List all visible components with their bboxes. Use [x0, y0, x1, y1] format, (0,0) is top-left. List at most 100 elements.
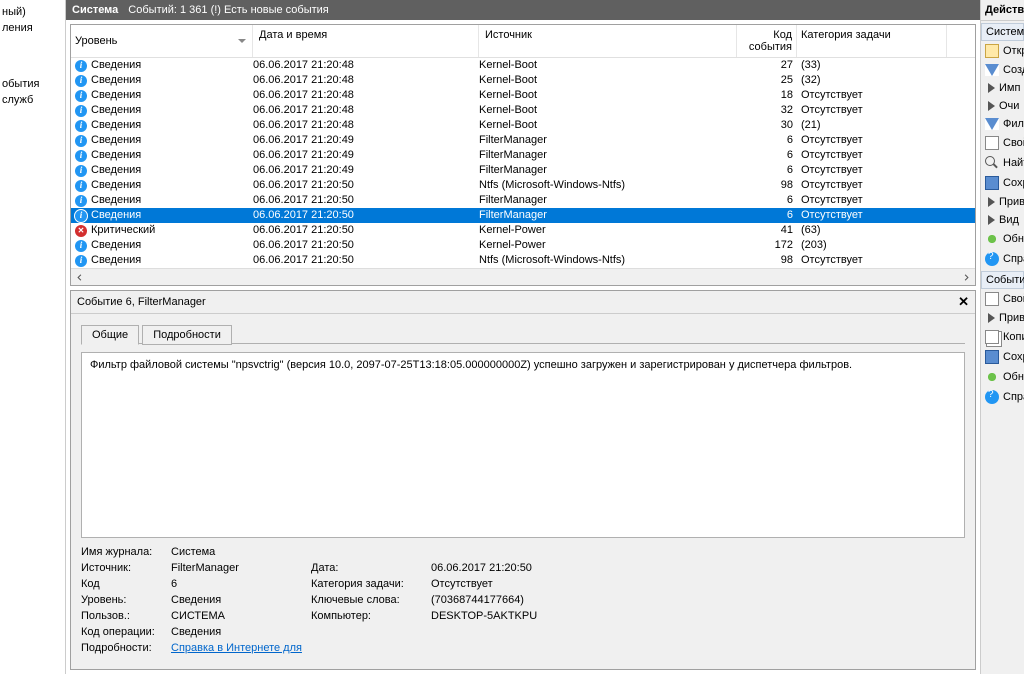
event-details-pane: Событие 6, FilterManager ✕ Общие Подробн… [70, 290, 976, 670]
cell-code: 98 [737, 253, 797, 268]
cell-source: Ntfs (Microsoft-Windows-Ntfs) [479, 253, 737, 268]
cell-level: Сведения [91, 88, 141, 103]
action-item[interactable]: Очи [981, 97, 1024, 115]
action-item[interactable]: Копи [981, 327, 1024, 347]
action-label: Прив [999, 312, 1024, 324]
error-icon [75, 225, 87, 237]
action-item[interactable]: Созда [981, 61, 1024, 79]
action-icon [988, 101, 995, 111]
val-date: 06.06.2017 21:20:50 [431, 562, 631, 574]
cell-datetime: 06.06.2017 21:20:50 [253, 208, 479, 223]
cell-source: Kernel-Power [479, 223, 737, 238]
actions-section-system: Система [981, 23, 1024, 41]
col-header-datetime[interactable]: Дата и время [253, 25, 479, 57]
cell-category: Отсутствует [797, 208, 947, 223]
action-item[interactable]: Обно [981, 229, 1024, 249]
cell-category: (21) [797, 118, 947, 133]
action-item[interactable]: Свой [981, 289, 1024, 309]
lbl-code: Код [81, 578, 171, 590]
cell-level: Сведения [91, 238, 141, 253]
table-row[interactable]: Сведения06.06.2017 21:20:49FilterManager… [71, 148, 975, 163]
action-item[interactable]: Откр [981, 41, 1024, 61]
table-row[interactable]: Сведения06.06.2017 21:20:49FilterManager… [71, 163, 975, 178]
actions-section-event: Событие [981, 271, 1024, 289]
link-online-help[interactable]: Справка в Интернете для [171, 642, 302, 654]
table-row[interactable]: Сведения06.06.2017 21:20:50FilterManager… [71, 208, 975, 223]
grid-header[interactable]: Уровень Дата и время Источник Код событи… [71, 25, 975, 58]
action-label: Спра [1003, 253, 1024, 265]
table-row[interactable]: Сведения06.06.2017 21:20:50Ntfs (Microso… [71, 253, 975, 268]
action-label: Фил [1003, 118, 1024, 130]
table-row[interactable]: Сведения06.06.2017 21:20:48Kernel-Boot32… [71, 103, 975, 118]
val-level: Сведения [171, 594, 311, 606]
cell-level: Сведения [91, 208, 141, 223]
tab-general[interactable]: Общие [81, 325, 139, 345]
table-row[interactable]: Сведения06.06.2017 21:20:49FilterManager… [71, 133, 975, 148]
table-row[interactable]: Сведения06.06.2017 21:20:48Kernel-Boot25… [71, 73, 975, 88]
info-icon [75, 135, 87, 147]
action-item[interactable]: Спра [981, 387, 1024, 407]
tab-details[interactable]: Подробности [142, 325, 232, 345]
action-item[interactable]: Свой [981, 133, 1024, 153]
col-header-source[interactable]: Источник [479, 25, 737, 57]
action-item[interactable]: Обн [981, 367, 1024, 387]
horizontal-scrollbar[interactable] [71, 268, 975, 285]
action-item[interactable]: Найт [981, 153, 1024, 173]
info-icon [75, 90, 87, 102]
val-computer: DESKTOP-5AKTKPU [431, 610, 631, 622]
action-icon [985, 292, 999, 306]
table-row[interactable]: Критический06.06.2017 21:20:50Kernel-Pow… [71, 223, 975, 238]
table-row[interactable]: Сведения06.06.2017 21:20:48Kernel-Boot30… [71, 118, 975, 133]
action-icon [985, 252, 999, 266]
info-icon [75, 180, 87, 192]
col-header-level[interactable]: Уровень [71, 25, 253, 57]
val-opcode: Сведения [171, 626, 311, 638]
cell-code: 6 [737, 148, 797, 163]
action-item[interactable]: Фил [981, 115, 1024, 133]
cell-level: Сведения [91, 133, 141, 148]
info-icon [75, 240, 87, 252]
nav-item[interactable]: обытия [2, 76, 63, 92]
cell-category: Отсутствует [797, 103, 947, 118]
cell-code: 18 [737, 88, 797, 103]
cell-datetime: 06.06.2017 21:20:48 [253, 88, 479, 103]
table-row[interactable]: Сведения06.06.2017 21:20:50Ntfs (Microso… [71, 178, 975, 193]
action-item[interactable]: Сохр [981, 347, 1024, 367]
action-item[interactable]: Прив [981, 193, 1024, 211]
scroll-left-icon[interactable] [71, 269, 88, 286]
info-icon [75, 120, 87, 132]
cell-level: Критический [91, 223, 155, 238]
table-row[interactable]: Сведения06.06.2017 21:20:50FilterManager… [71, 193, 975, 208]
cell-source: FilterManager [479, 163, 737, 178]
action-item[interactable]: Прив [981, 309, 1024, 327]
col-header-code[interactable]: Код события [737, 25, 797, 57]
col-header-category[interactable]: Категория задачи [797, 25, 947, 57]
table-row[interactable]: Сведения06.06.2017 21:20:50Kernel-Power1… [71, 238, 975, 253]
scroll-right-icon[interactable] [958, 269, 975, 286]
nav-item[interactable]: служб [2, 92, 63, 108]
cell-source: FilterManager [479, 148, 737, 163]
action-label: Сохр [1003, 351, 1024, 363]
action-item[interactable]: Имп [981, 79, 1024, 97]
table-row[interactable]: Сведения06.06.2017 21:20:48Kernel-Boot18… [71, 88, 975, 103]
action-label: Созда [1003, 64, 1024, 76]
action-icon [985, 44, 999, 58]
log-titlebar: Система Событий: 1 361 (!) Есть новые со… [66, 0, 980, 20]
close-icon[interactable]: ✕ [958, 294, 969, 310]
cell-level: Сведения [91, 253, 141, 268]
nav-item[interactable]: ный) [2, 4, 63, 20]
events-grid[interactable]: Уровень Дата и время Источник Код событи… [70, 24, 976, 286]
action-item[interactable]: Спра [981, 249, 1024, 269]
table-row[interactable]: Сведения06.06.2017 21:20:48Kernel-Boot27… [71, 58, 975, 73]
cell-level: Сведения [91, 103, 141, 118]
lbl-date: Дата: [311, 562, 431, 574]
val-code: 6 [171, 578, 311, 590]
action-item[interactable]: Вид [981, 211, 1024, 229]
cell-level: Сведения [91, 193, 141, 208]
nav-item[interactable]: ления [2, 20, 63, 36]
action-item[interactable]: Сохр [981, 173, 1024, 193]
lbl-keywords: Ключевые слова: [311, 594, 431, 606]
info-icon [75, 210, 87, 222]
action-label: Свой [1003, 137, 1024, 149]
nav-tree[interactable]: ный) ления обытия служб [0, 0, 66, 674]
